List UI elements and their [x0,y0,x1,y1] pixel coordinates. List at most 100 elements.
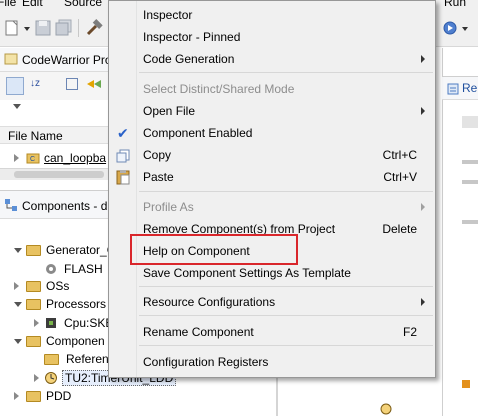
menu-item-resource-configurations[interactable]: Resource Configurations [109,291,435,313]
codewarrior-projects-tab[interactable]: CodeWarrior Pro [0,48,110,72]
menu-item-inspector-pinned[interactable]: Inspector - Pinned [109,26,435,48]
tree-item-referenced[interactable]: Referenc [44,350,115,368]
svg-text:C: C [30,156,35,163]
menu-item-label: Select Distinct/Shared Mode [143,82,295,96]
tree-view-icon[interactable] [6,77,24,95]
folder-icon [26,281,41,292]
menu-item-label: Rename Component [143,325,254,339]
folder-icon [26,391,41,402]
shortcut-label: F2 [402,325,417,339]
context-menu: Inspector Inspector - Pinned Code Genera… [108,0,436,378]
shortcut-label: Ctrl+V [383,170,417,184]
tree-item-label: Cpu:SKE [64,316,114,330]
file-name-column-header[interactable]: File Name [0,126,110,144]
menu-run[interactable]: Run [444,0,466,9]
menu-item-select-distinct-shared-mode: Select Distinct/Shared Mode [109,78,435,100]
shortcut-label: Ctrl+C [382,148,417,162]
right-panel-content [458,110,478,410]
editor-splitter [276,378,278,416]
submenu-arrow-icon [421,298,425,306]
expand-icon[interactable] [14,154,19,162]
right-panel-tab-label: Re [462,81,478,95]
menu-item-paste[interactable]: Paste Ctrl+V [109,166,435,188]
content-line [462,220,478,224]
tree-item-generator-code[interactable]: Generator_C [14,241,115,259]
shortcut-label: Delete [382,222,417,236]
tree-item-label: FLASH [64,262,103,276]
tree-item-components[interactable]: Componen [14,332,110,350]
menu-source[interactable]: Source [64,0,102,9]
components-icon [4,198,18,212]
collapse-icon[interactable] [14,248,22,253]
scrollbar-thumb[interactable] [14,171,104,178]
submenu-arrow-icon [421,203,425,211]
menu-item-rename-component[interactable]: Rename Component F2 [109,321,435,343]
components-tab[interactable]: Components - d [0,191,110,219]
tree-item-label: Processors [46,297,107,311]
save-icon[interactable] [33,18,53,38]
dropdown-arrow-icon[interactable] [460,18,478,38]
project-folder-icon: C [26,151,40,165]
build-hammer-icon[interactable] [84,18,104,38]
menu-item-label: Configuration Registers [143,355,269,369]
status-icon[interactable] [380,403,392,415]
project-icon [4,52,18,66]
menu-item-label: Code Generation [143,52,235,66]
link-editor-icon[interactable] [86,78,102,90]
menu-item-label: Resource Configurations [143,295,276,309]
registers-icon [446,82,460,96]
expand-icon[interactable] [14,282,19,290]
tree-item-label: OSs [46,279,70,293]
menu-item-inspector[interactable]: Inspector [109,4,435,26]
expand-icon[interactable] [34,319,39,327]
menu-item-copy[interactable]: Copy Ctrl+C [109,144,435,166]
menu-item-configuration-registers[interactable]: Configuration Registers [109,351,435,373]
collapse-icon[interactable] [14,302,22,307]
folder-open-icon [26,299,41,310]
menu-item-label: Profile As [143,200,194,214]
right-panel-tab[interactable]: Re [442,76,478,100]
content-line [462,180,478,184]
folder-open-icon [26,245,41,256]
components-title: Components - d [22,199,108,213]
tree-item-label: Generator_C [46,243,116,257]
tree-item-oss[interactable]: OSs [14,277,110,295]
content-line [462,160,478,164]
file-name-label: File Name [8,129,63,143]
tree-item-label: PDD [46,389,72,403]
copy-icon [116,148,130,163]
menu-item-label: Inspector [143,8,193,22]
horizontal-scrollbar[interactable] [0,168,110,180]
view-menu-icon[interactable] [13,104,21,109]
menu-item-label: Copy [143,148,172,162]
gear-icon [44,262,58,276]
cpu-chip-icon [44,316,58,330]
collapse-all-icon[interactable] [66,78,78,90]
menu-item-component-enabled[interactable]: ✔ Component Enabled [109,122,435,144]
tree-item-pdd[interactable]: PDD [14,387,110,405]
menu-item-label: Open File [143,104,196,118]
tree-item-label: Componen [46,334,105,348]
tree-item-cpu[interactable]: Cpu:SKE [34,314,114,332]
folder-icon [44,354,59,365]
menu-file[interactable]: File [0,0,16,9]
menu-item-save-component-settings[interactable]: Save Component Settings As Template [109,262,435,284]
menu-edit[interactable]: Edit [22,0,43,9]
menu-item-label: Inspector - Pinned [143,30,241,44]
collapse-icon[interactable] [14,339,22,344]
submenu-arrow-icon [421,107,425,115]
menu-item-code-generation[interactable]: Code Generation [109,48,435,70]
highlight-box [130,234,298,265]
expand-icon[interactable] [14,392,19,400]
menu-item-label: Paste [143,170,174,184]
save-all-icon[interactable] [54,18,74,38]
external-tools-icon[interactable] [440,18,460,38]
sort-az-icon[interactable]: ↓z [30,78,40,89]
tree-item-processors[interactable]: Processors [14,295,110,313]
menu-item-profile-as: Profile As [109,196,435,218]
codewarrior-projects-title: CodeWarrior Pro [22,53,110,67]
menu-item-label: Save Component Settings As Template [143,266,351,280]
expand-icon[interactable] [34,374,39,382]
menu-item-open-file[interactable]: Open File [109,100,435,122]
new-icon[interactable] [2,18,22,38]
